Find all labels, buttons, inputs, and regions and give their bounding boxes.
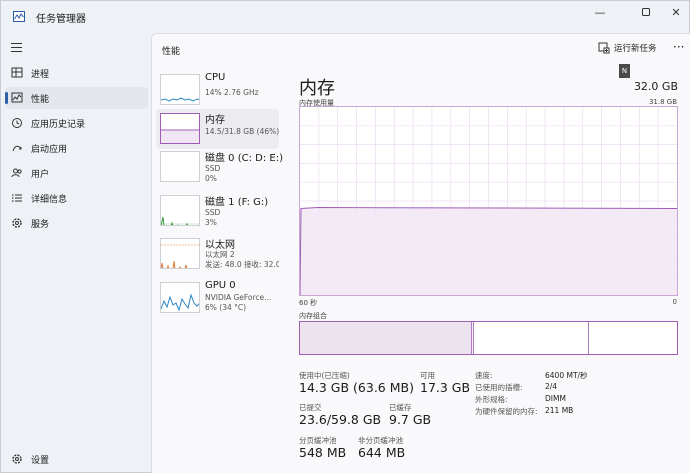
users-icon	[11, 168, 22, 178]
resource-name: CPU	[205, 72, 226, 83]
disk1-thumbnail-graph	[160, 195, 200, 226]
sidebar-item-label: 启动应用	[31, 145, 68, 155]
resource-detail: SSD	[205, 164, 221, 173]
nonpaged-pool-value: 644 MB	[358, 445, 406, 460]
resource-detail: 0%	[205, 174, 217, 183]
sidebar-item-label: 性能	[31, 95, 50, 105]
active-indicator	[5, 92, 8, 104]
sidebar-item-settings[interactable]: 设置	[5, 448, 148, 470]
startup-icon	[12, 145, 22, 152]
close-button[interactable]: ✕	[661, 3, 690, 21]
composition-standby	[473, 322, 589, 354]
resource-item-disk-1[interactable]: 磁盘 1 (F: G:) SSD 3%	[156, 191, 279, 231]
slots-used-value: 2/4	[545, 382, 558, 391]
paged-pool-value: 548 MB	[299, 445, 347, 460]
resource-detail: 发送: 48.0 接收: 32.0 K	[205, 260, 279, 269]
maximize-icon	[642, 8, 650, 16]
minimize-icon: —	[594, 5, 606, 19]
more-options-icon[interactable]: ···	[673, 40, 684, 54]
resource-name: 内存	[205, 115, 225, 126]
minimize-button[interactable]: —	[585, 3, 615, 21]
resource-detail: 14% 2.76 GHz	[205, 88, 259, 97]
resource-detail: 6% (34 °C)	[205, 303, 247, 312]
form-factor-key: 外形规格:	[475, 395, 508, 404]
performance-icon	[11, 92, 23, 103]
sidebar-item-label: 用户	[31, 170, 50, 180]
time-axis-start: 60 秒	[299, 299, 318, 307]
time-axis-end: 0	[672, 298, 677, 306]
run-task-icon	[598, 42, 610, 54]
memory-max-label: 31.8 GB	[648, 98, 677, 106]
resource-detail: SSD	[205, 208, 221, 217]
resource-name: 磁盘 0 (C: D: E:)	[205, 153, 283, 164]
sidebar-item-label: 应用历史记录	[31, 120, 86, 130]
ethernet-thumbnail-graph	[160, 238, 200, 269]
performance-panel: 性能 运行新任务 ··· N CPU 14% 2.76 GHz 内存 14.5/…	[151, 33, 690, 473]
resource-name: GPU 0	[205, 280, 236, 291]
cpu-thumbnail-graph	[160, 74, 200, 105]
speed-value: 6400 MT/秒	[545, 371, 588, 380]
sidebar-item-startup[interactable]: 启动应用	[5, 137, 148, 159]
history-icon	[12, 118, 22, 128]
sidebar-item-app-history[interactable]: 应用历史记录	[5, 112, 148, 134]
details-icon	[12, 194, 22, 202]
sidebar-item-performance[interactable]: 性能	[5, 87, 148, 109]
resource-name: 磁盘 1 (F: G:)	[205, 197, 269, 208]
run-new-task-label: 运行新任务	[614, 44, 657, 54]
memory-composition-label: 内存组合	[299, 312, 327, 320]
memory-usage-plot	[299, 107, 678, 296]
tooltip: N	[619, 64, 630, 78]
resource-item-gpu-0[interactable]: GPU 0 NVIDIA GeForce... 6% (34 °C)	[156, 278, 279, 318]
sidebar-item-processes[interactable]: 进程	[5, 62, 148, 84]
in-use-value: 14.3 GB (63.6 MB)	[299, 380, 414, 395]
resource-item-cpu[interactable]: CPU 14% 2.76 GHz	[156, 70, 279, 110]
hardware-reserved-key: 为硬件保留的内存:	[475, 407, 538, 416]
composition-in-use	[300, 322, 472, 354]
sidebar-item-label: 进程	[31, 70, 50, 80]
resource-detail: 14.5/31.8 GB (46%)	[205, 127, 279, 136]
memory-usage-area	[300, 208, 677, 295]
processes-icon	[11, 67, 23, 78]
committed-value: 23.6/59.8 GB	[299, 412, 382, 427]
resource-item-ethernet[interactable]: 以太网 以太网 2 发送: 48.0 接收: 32.0 K	[156, 234, 279, 274]
memory-composition-bar[interactable]	[299, 321, 678, 355]
resource-detail: 3%	[205, 218, 217, 227]
memory-composition-plot	[300, 322, 589, 354]
hardware-reserved-value: 211 MB	[545, 406, 574, 415]
sidebar-item-details[interactable]: 详细信息	[5, 187, 148, 209]
disk0-thumbnail-graph	[160, 151, 200, 182]
speed-key: 速度:	[475, 371, 493, 380]
task-manager-app-icon	[13, 11, 25, 22]
title-bar: 任务管理器 — ✕	[1, 1, 689, 33]
memory-total: 32.0 GB	[633, 80, 678, 93]
sidebar-item-label: 服务	[31, 220, 50, 230]
memory-thumbnail-graph	[160, 113, 200, 144]
memory-title: 内存	[299, 78, 335, 99]
cached-value: 9.7 GB	[389, 412, 432, 427]
maximize-button[interactable]	[631, 3, 661, 21]
settings-label: 设置	[31, 456, 50, 466]
sidebar-item-label: 详细信息	[31, 195, 68, 205]
sidebar-item-users[interactable]: 用户	[5, 162, 148, 184]
app-title: 任务管理器	[36, 14, 86, 25]
gear-icon	[12, 454, 22, 464]
close-icon: ✕	[671, 5, 681, 19]
available-value: 17.3 GB	[420, 380, 471, 395]
form-factor-value: DIMM	[545, 394, 566, 403]
resource-item-disk-0[interactable]: 磁盘 0 (C: D: E:) SSD 0%	[156, 147, 283, 187]
page-title: 性能	[162, 47, 181, 57]
memory-usage-graph	[299, 106, 678, 296]
task-manager-window: 任务管理器 — ✕ 进程 性能 应用历史记录 启动应用 用户 详细信息 服务 设…	[0, 0, 690, 473]
resource-detail: NVIDIA GeForce...	[205, 293, 272, 302]
run-new-task-button[interactable]: 运行新任务	[598, 42, 657, 54]
slots-used-key: 已使用的插槽:	[475, 383, 523, 392]
hamburger-menu-icon[interactable]	[11, 43, 22, 52]
sidebar-item-services[interactable]: 服务	[5, 212, 148, 234]
gpu-thumbnail-graph	[160, 282, 200, 313]
services-icon	[12, 218, 22, 228]
resource-item-memory[interactable]: 内存 14.5/31.8 GB (46%)	[156, 109, 279, 149]
